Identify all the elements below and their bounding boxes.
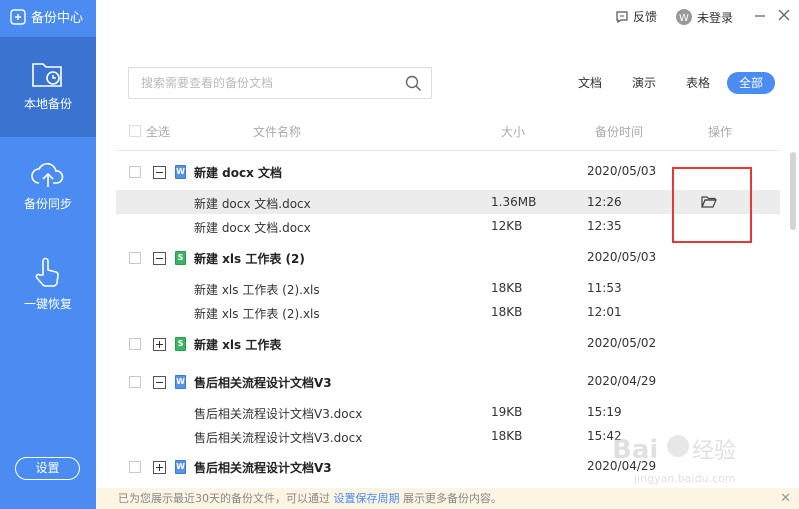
- notice-bar: 已为您展示最近30天的备份文件，可以通过 设置保存周期 展示更多备份内容。 ✕: [96, 488, 799, 509]
- svg-text:Bai: Bai: [612, 435, 658, 465]
- notice-text: 已为您展示最近30天的备份文件，可以通过: [118, 492, 330, 505]
- group-name: 售后相关流程设计文档V3: [194, 461, 332, 475]
- expand-toggle[interactable]: [153, 461, 166, 474]
- close-notice-icon[interactable]: ✕: [780, 488, 791, 509]
- watermark-url: jingyan.baidu.com: [633, 472, 736, 485]
- scrollbar-thumb[interactable]: [790, 152, 796, 230]
- word-file-icon: W: [175, 460, 186, 474]
- set-retention-period-link[interactable]: 设置保存周期: [334, 492, 400, 505]
- svg-text:经验: 经验: [692, 439, 736, 464]
- notice-suffix: 展示更多备份内容。: [403, 492, 502, 505]
- baidu-jingyan-watermark: Bai 经验 jingyan.baidu.com: [612, 435, 736, 485]
- table-group: W 售后相关流程设计文档V3 2020/04/29: [0, 0, 799, 488]
- group-checkbox[interactable]: [129, 461, 141, 473]
